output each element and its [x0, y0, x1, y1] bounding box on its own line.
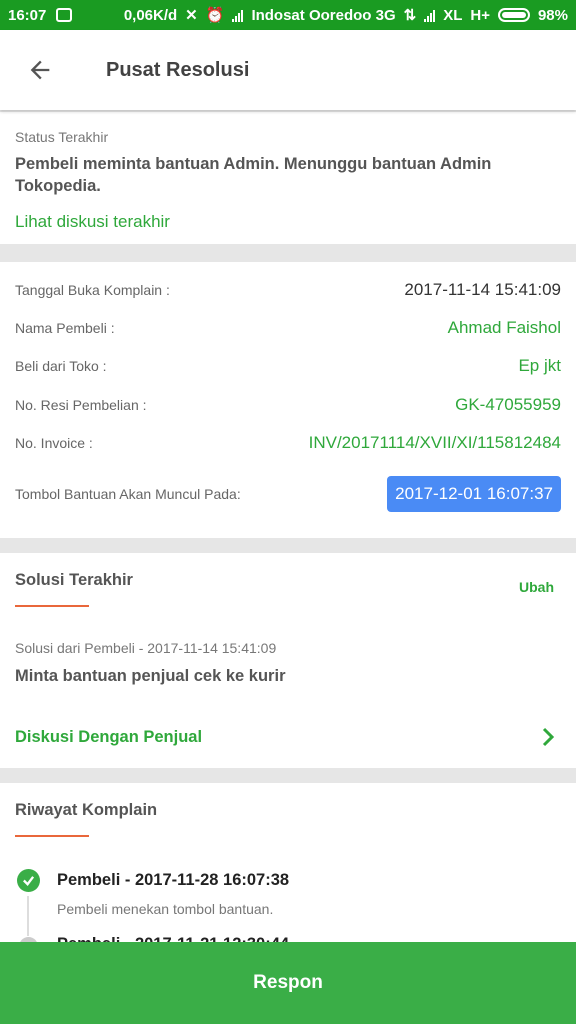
- history-item-title: Pembeli - 2017-11-28 16:07:38: [57, 871, 290, 889]
- detail-row-shop: Beli dari Toko : Ep jkt: [15, 351, 561, 381]
- status-card: Status Terakhir Pembeli meminta bantuan …: [0, 112, 576, 244]
- edit-solution-button[interactable]: Ubah: [519, 579, 554, 595]
- solution-meta: Solusi dari Pembeli - 2017-11-14 15:41:0…: [15, 640, 277, 656]
- signal-icon-2: [424, 9, 436, 22]
- history-section-title: Riwayat Komplain: [15, 801, 158, 819]
- latest-solution-card: Solusi Terakhir Ubah Solusi dari Pembeli…: [0, 553, 576, 768]
- help-time-badge: 2017-12-01 16:07:37: [387, 476, 561, 512]
- detail-row-buyer-name: Nama Pembeli : Ahmad Faishol: [15, 313, 561, 343]
- signal-icon: [232, 9, 244, 22]
- invoice-link[interactable]: INV/20171114/XVII/XI/115812484: [309, 433, 561, 453]
- detail-label: Tombol Bantuan Akan Muncul Pada:: [15, 486, 241, 502]
- app-bar: Pusat Resolusi: [0, 30, 576, 110]
- network-type: H+: [470, 6, 490, 24]
- complaint-details-card: Tanggal Buka Komplain : 2017-11-14 15:41…: [0, 262, 576, 538]
- status-message: Pembeli meminta bantuan Admin. Menunggu …: [15, 155, 492, 195]
- network-speed: 0,06K/d: [123, 6, 178, 24]
- battery-level: 98%: [537, 6, 568, 24]
- data-transfer-icon: ⇅: [403, 7, 417, 24]
- timeline-connector: [27, 896, 29, 936]
- solution-text: Minta bantuan penjual cek ke kurir: [15, 667, 286, 685]
- detail-value: 2017-11-14 15:41:09: [404, 280, 561, 299]
- history-item-desc: Pembeli menekan tombol bantuan.: [57, 901, 274, 917]
- section-underline: [15, 605, 89, 607]
- detail-label: Tanggal Buka Komplain :: [15, 282, 170, 298]
- discuss-with-seller-button[interactable]: Diskusi Dengan Penjual: [15, 723, 556, 751]
- check-circle-icon: [17, 869, 40, 892]
- detail-row-help-button-time: Tombol Bantuan Akan Muncul Pada: 2017-12…: [15, 474, 561, 514]
- detail-label: No. Invoice :: [15, 435, 93, 451]
- section-underline: [15, 835, 89, 837]
- status-label: Status Terakhir: [15, 129, 109, 145]
- detail-label: Nama Pembeli :: [15, 320, 115, 336]
- buyer-name-link[interactable]: Ahmad Faishol: [448, 318, 561, 338]
- status-bar: 16:07 0,06K/d ✕ ⏰ Indosat Ooredoo 3G ⇅ X…: [0, 0, 576, 30]
- discuss-with-seller-label: Diskusi Dengan Penjual: [15, 727, 203, 746]
- solution-section-title: Solusi Terakhir: [15, 571, 133, 589]
- respond-button[interactable]: Respon: [0, 942, 576, 1024]
- detail-label: No. Resi Pembelian :: [15, 397, 147, 413]
- chevron-right-icon: [542, 727, 555, 747]
- battery-icon: [497, 8, 530, 22]
- notification-icon: [56, 8, 73, 22]
- receipt-link[interactable]: GK-47055959: [455, 395, 561, 415]
- detail-label: Beli dari Toko :: [15, 358, 107, 374]
- view-last-discussion-link[interactable]: Lihat diskusi terakhir: [15, 212, 170, 232]
- detail-row-receipt: No. Resi Pembelian : GK-47055959: [15, 390, 561, 420]
- detail-row-invoice: No. Invoice : INV/20171114/XVII/XI/11581…: [15, 428, 561, 458]
- carrier-1: Indosat Ooredoo 3G: [251, 6, 396, 24]
- detail-row-open-date: Tanggal Buka Komplain : 2017-11-14 15:41…: [15, 275, 561, 305]
- page-title: Pusat Resolusi: [106, 58, 250, 81]
- mute-icon: ✕: [185, 7, 198, 24]
- back-button[interactable]: [0, 30, 80, 110]
- shop-link[interactable]: Ep jkt: [518, 356, 561, 376]
- arrow-left-icon: [30, 60, 50, 80]
- clock: 16:07: [8, 6, 47, 24]
- carrier-2: XL: [443, 6, 463, 24]
- alarm-icon: ⏰: [205, 7, 225, 24]
